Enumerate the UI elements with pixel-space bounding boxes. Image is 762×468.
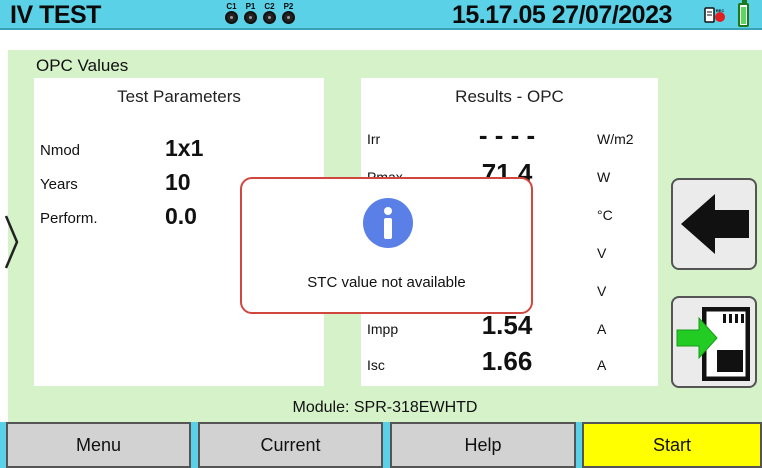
result-value: - - - - [478,120,536,150]
result-label: Isc [367,357,385,373]
result-label: Irr [367,131,381,147]
probe-c2: C2 [262,0,277,30]
result-value: 1.54 [481,310,533,340]
result-unit: °C [597,207,613,223]
save-to-sd-card-icon [676,307,750,381]
menu-button[interactable]: Menu [6,422,191,468]
param-value: 0.0 [165,203,197,229]
result-label: Impp [367,321,399,337]
dialog-message: STC value not available [307,274,466,291]
result-unit: V [597,245,607,261]
param-label: Years [40,176,78,193]
save-to-sd-button[interactable] [671,296,757,388]
result-unit: A [597,321,607,337]
probe-terminal-icon [282,11,295,24]
battery-level [741,7,746,24]
probe-terminal-icon [244,11,257,24]
help-button[interactable]: Help [390,422,576,468]
app-title: IV TEST [10,1,101,29]
section-title: OPC Values [36,56,129,75]
info-icon [363,198,413,248]
result-row-irr: Irr - - - - W/m2 [367,120,657,150]
current-button[interactable]: Current [198,422,383,468]
result-unit: W/m2 [597,131,634,147]
iv-test-screen: IV TEST C1 P1 C2 P2 15.17.05 27/07/2023 [0,0,762,468]
probe-label: C1 [226,2,237,11]
chevron-right-icon[interactable] [2,212,20,272]
probe-terminal-icon [225,11,238,24]
result-unit: V [597,283,607,299]
probe-label: P1 [245,2,256,11]
panel-title: Results - OPC [455,87,564,106]
module-info: Module: SPR-318EWHTD [292,399,478,416]
result-value: 1.66 [481,346,533,376]
info-dialog[interactable]: STC value not available [240,177,533,314]
probe-indicators: C1 P1 C2 P2 [224,0,296,30]
result-row-isc: Isc 1.66 A [367,346,657,376]
rec-label: REC [716,8,725,13]
record-icon: REC [704,7,725,23]
param-label: Perform. [40,210,98,227]
probe-p2: P2 [281,0,296,30]
probe-label: C2 [264,2,275,11]
result-unit: A [597,357,607,373]
battery-icon [738,0,749,27]
probe-p1: P1 [243,0,258,30]
back-button[interactable] [671,178,757,270]
arrow-left-icon [681,194,749,254]
param-row-nmod: Nmod 1x1 [40,132,310,162]
result-row-impp: Impp 1.54 A [367,310,657,340]
datetime-display: 15.17.05 27/07/2023 [452,1,672,29]
start-button[interactable]: Start [582,422,762,468]
result-unit: W [597,169,611,185]
probe-c1: C1 [224,0,239,30]
probe-terminal-icon [263,11,276,24]
probe-label: P2 [283,2,294,11]
param-label: Nmod [40,142,81,159]
param-value: 1x1 [165,135,204,161]
param-value: 10 [165,169,191,195]
panel-title: Test Parameters [117,87,241,106]
header-bar: IV TEST C1 P1 C2 P2 15.17.05 27/07/2023 [0,0,762,30]
